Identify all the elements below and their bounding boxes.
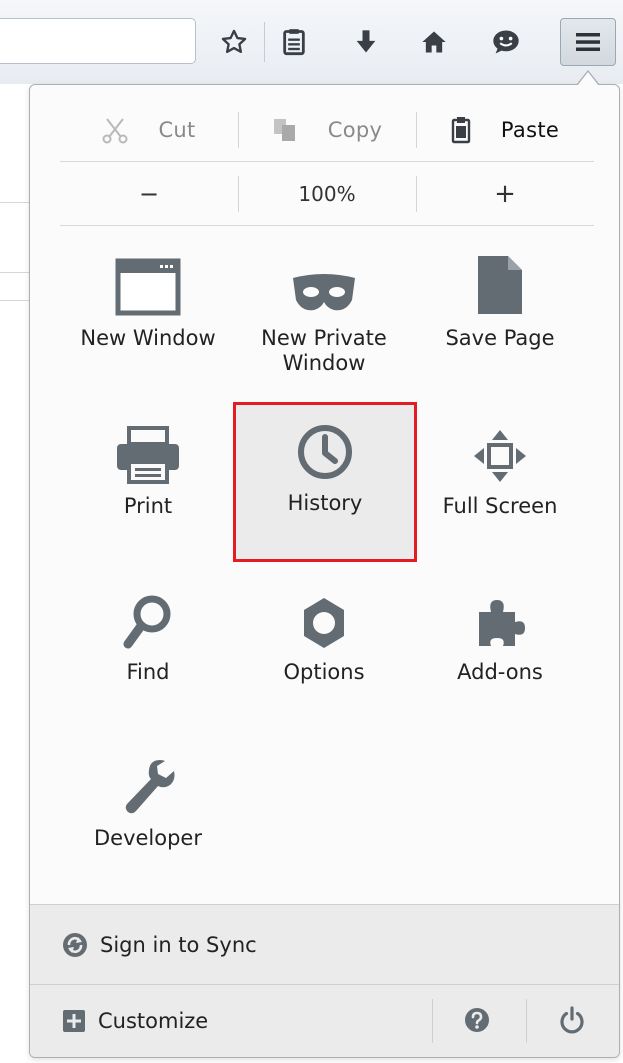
download-icon[interactable] <box>346 20 386 64</box>
wrench-icon <box>125 760 175 814</box>
hamburger-icon <box>576 33 600 51</box>
plus-box-icon <box>63 1010 85 1032</box>
window-icon <box>115 258 181 316</box>
options-button[interactable]: Options <box>236 572 412 724</box>
add-ons-label: Add-ons <box>457 660 543 684</box>
footer-separator <box>432 999 433 1043</box>
panel-arrow-inner <box>577 72 599 86</box>
reading-list-icon[interactable] <box>274 20 314 64</box>
zoom-in-label: + <box>494 178 516 209</box>
zoom-reset-button[interactable]: 100% <box>238 162 416 225</box>
clock-icon <box>298 425 352 479</box>
new-window-button[interactable]: New Window <box>60 238 236 390</box>
full-screen-label: Full Screen <box>442 494 558 518</box>
zoom-out-label: − <box>138 179 160 208</box>
options-label: Options <box>283 660 365 684</box>
copy-label: Copy <box>327 117 383 142</box>
customize-button[interactable]: Customize <box>62 985 208 1057</box>
chat-icon[interactable] <box>486 20 526 64</box>
paste-button[interactable]: Paste <box>416 98 594 161</box>
zoom-in-button[interactable]: + <box>416 162 594 225</box>
developer-label: Developer <box>93 826 202 850</box>
zoom-level: 100% <box>298 181 356 206</box>
home-icon[interactable] <box>414 20 454 64</box>
find-label: Find <box>126 660 170 684</box>
quit-button[interactable] <box>558 1006 586 1038</box>
copy-icon <box>273 118 295 141</box>
zoom-out-button[interactable]: − <box>60 162 238 225</box>
toolbar-separator <box>264 22 265 62</box>
full-screen-icon <box>474 430 526 482</box>
zoom-controls: − 100% + <box>60 162 594 226</box>
printer-icon <box>117 426 179 484</box>
sync-icon <box>63 932 87 957</box>
full-screen-button[interactable]: Full Screen <box>412 406 588 558</box>
save-page-button[interactable]: Save Page <box>412 238 588 390</box>
scissors-icon <box>102 117 128 143</box>
sign-in-to-sync-button[interactable]: Sign in to Sync <box>30 904 619 984</box>
hamburger-menu-button[interactable] <box>560 18 616 66</box>
developer-button[interactable]: Developer <box>60 738 236 890</box>
help-button[interactable] <box>464 1007 490 1037</box>
magnifier-icon <box>123 595 171 649</box>
find-button[interactable]: Find <box>60 572 236 724</box>
cut-label: Cut <box>158 117 196 142</box>
history-label: History <box>287 491 363 515</box>
history-button[interactable]: History <box>233 402 417 562</box>
url-bar[interactable] <box>0 18 196 64</box>
cut-button[interactable]: Cut <box>60 98 238 161</box>
new-window-label: New Window <box>80 326 216 350</box>
page-icon <box>478 256 522 314</box>
help-icon <box>465 1008 489 1032</box>
power-icon <box>560 1006 584 1034</box>
puzzle-icon <box>479 600 525 646</box>
paste-label: Paste <box>500 117 560 142</box>
page-edge <box>0 202 30 203</box>
add-ons-button[interactable]: Add-ons <box>412 572 588 724</box>
bottom-footer: Customize <box>30 984 619 1057</box>
page-edge <box>0 272 30 273</box>
customize-label: Customize <box>98 1009 209 1033</box>
page-edge <box>0 300 30 301</box>
gear-icon <box>304 598 344 648</box>
new-private-window-button[interactable]: New Private Window <box>236 238 412 390</box>
mask-icon <box>293 274 355 311</box>
star-icon[interactable] <box>214 20 254 64</box>
sign-in-label: Sign in to Sync <box>100 932 257 957</box>
edit-controls: Cut Copy Paste <box>60 98 594 162</box>
print-label: Print <box>123 494 173 518</box>
save-page-label: Save Page <box>445 326 555 350</box>
browser-toolbar <box>0 0 623 84</box>
footer-separator <box>526 999 527 1043</box>
copy-button[interactable]: Copy <box>238 98 416 161</box>
clipboard-icon <box>451 116 471 143</box>
print-button[interactable]: Print <box>60 406 236 558</box>
new-private-window-label: New Private Window <box>261 326 387 375</box>
